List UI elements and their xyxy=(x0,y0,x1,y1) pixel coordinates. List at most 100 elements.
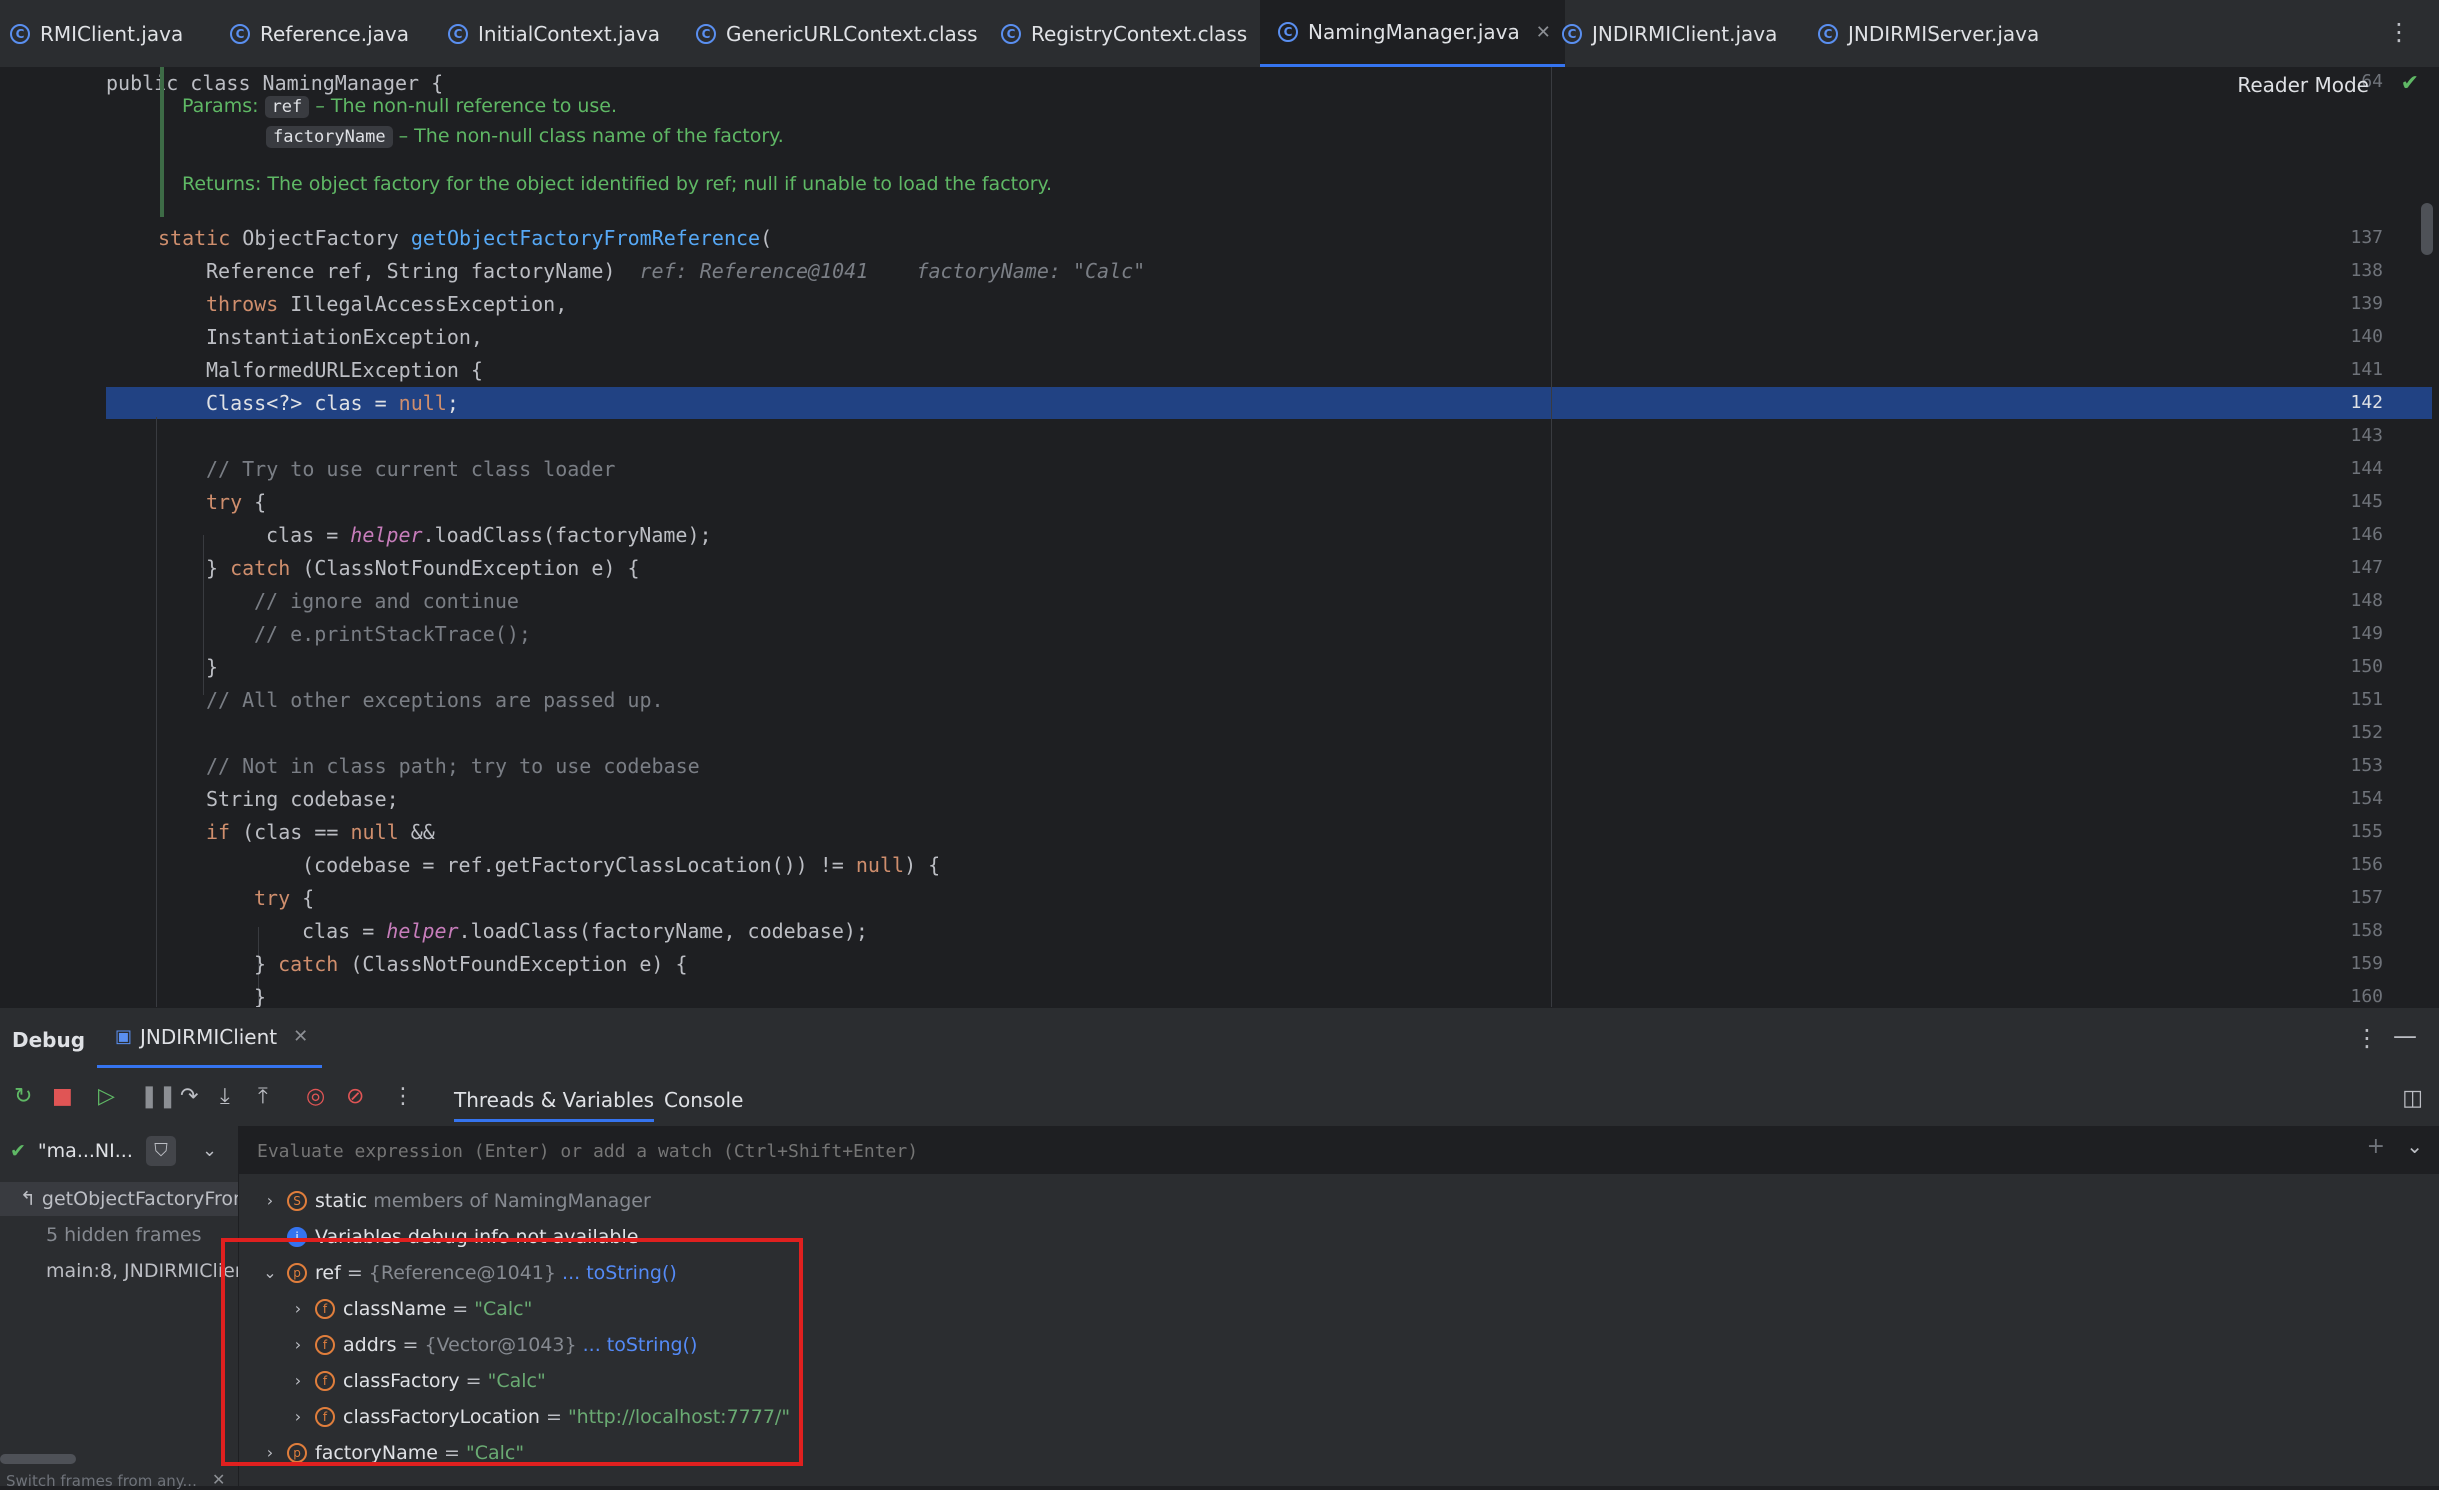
chevron-down-icon[interactable]: ⌄ xyxy=(259,1256,281,1290)
code-line[interactable]: MalformedURLException { xyxy=(206,354,483,386)
debug-toolbar: ↻ ■ ▷ ❚❚ ↷ ⤓ ⤒ ◎ ⊘ ⋮ xyxy=(0,1078,2439,1122)
editor-scrollbar[interactable] xyxy=(2421,203,2433,255)
java-class-icon: C xyxy=(1562,23,1582,44)
hidden-frames-item[interactable]: 5 hidden frames xyxy=(0,1218,238,1252)
chevron-right-icon[interactable]: › xyxy=(287,1364,309,1398)
debug-session-tab[interactable]: ▣ JNDIRMIClient ✕ xyxy=(97,1008,323,1068)
pause-icon[interactable]: ❚❚ xyxy=(140,1084,177,1109)
variable-row[interactable]: › f addrs = {Vector@1043} ... toString() xyxy=(287,1328,698,1362)
tab-jndirmiclient[interactable]: C JNDIRMIClient.java xyxy=(1562,0,1777,67)
add-watch-icon[interactable]: + xyxy=(2367,1134,2385,1159)
variable-row[interactable]: › p factoryName = "Calc" xyxy=(259,1436,524,1470)
chevron-down-icon[interactable]: ⌄ xyxy=(202,1140,217,1161)
thread-selector[interactable]: ✔ "ma...NI... xyxy=(10,1140,133,1162)
code-line[interactable]: } catch (ClassNotFoundException e) { xyxy=(254,948,688,980)
chevron-down-icon[interactable]: ⌄ xyxy=(2406,1134,2423,1158)
tab-jndirmiserver[interactable]: C JNDIRMIServer.java xyxy=(1818,0,2039,67)
current-line-number: 142 xyxy=(2350,392,2383,413)
mute-breakpoints-icon[interactable]: ⊘ xyxy=(346,1084,364,1109)
code-line[interactable]: } xyxy=(206,651,218,683)
line-number: 152 xyxy=(2350,722,2383,743)
chevron-right-icon[interactable]: › xyxy=(287,1292,309,1326)
variable-name: ref xyxy=(315,1262,341,1284)
line-number: 137 xyxy=(2350,227,2383,248)
to-string-link[interactable]: ... toString() xyxy=(562,1256,677,1290)
code-line[interactable]: clas = helper.loadClass(factoryName); xyxy=(266,519,712,551)
code-line-current[interactable]: Class<?> clas = null; xyxy=(206,387,459,419)
frames-hint-text: Switch frames from any... xyxy=(6,1472,197,1490)
code-line[interactable]: } xyxy=(254,981,266,1007)
variable-value: "Calc" xyxy=(474,1298,533,1320)
view-breakpoints-icon[interactable]: ◎ xyxy=(306,1084,325,1109)
code-line[interactable]: (codebase = ref.getFactoryClassLocation(… xyxy=(302,849,940,881)
code-line[interactable]: // Try to use current class loader xyxy=(206,453,615,485)
stop-icon[interactable]: ■ xyxy=(52,1084,73,1109)
inspection-ok-icon[interactable]: ✔ xyxy=(2401,71,2419,96)
code-line[interactable]: try { xyxy=(206,486,266,518)
indent-guide xyxy=(156,417,157,1007)
code-line[interactable]: Reference ref, String factoryName) ref: … xyxy=(206,255,1145,287)
code-line[interactable]: // Not in class path; try to use codebas… xyxy=(206,750,700,782)
step-over-icon[interactable]: ↷ xyxy=(180,1084,198,1109)
variable-name: className xyxy=(343,1298,447,1320)
variable-row[interactable]: › S static members of NamingManager xyxy=(259,1184,651,1218)
code-line[interactable]: clas = helper.loadClass(factoryName, cod… xyxy=(302,915,868,947)
code-line[interactable]: String codebase; xyxy=(206,783,399,815)
code-line[interactable]: // ignore and continue xyxy=(254,585,519,617)
chevron-right-icon[interactable]: › xyxy=(259,1184,281,1218)
close-icon[interactable]: ✕ xyxy=(1536,22,1551,43)
tab-genericurlcontext[interactable]: C GenericURLContext.class xyxy=(696,0,978,67)
frame-item[interactable]: ↰getObjectFactoryFromReference xyxy=(0,1182,238,1216)
sticky-line-text: public class NamingManager { xyxy=(106,71,444,95)
chevron-right-icon[interactable]: › xyxy=(287,1400,309,1434)
variable-value: "Calc" xyxy=(487,1370,546,1392)
tab-reference[interactable]: C Reference.java xyxy=(230,0,409,67)
resume-icon[interactable]: ▷ xyxy=(98,1084,115,1109)
inline-debug-value: factoryName: "Calc" xyxy=(916,259,1146,283)
to-string-link[interactable]: ... toString() xyxy=(583,1328,698,1362)
more-icon[interactable]: ⋮ xyxy=(392,1084,414,1109)
tab-initialcontext[interactable]: C InitialContext.java xyxy=(448,0,660,67)
evaluate-expression-input[interactable] xyxy=(255,1136,2159,1166)
reader-mode-toggle[interactable]: Reader Mode xyxy=(2237,73,2369,97)
indent-guide xyxy=(203,535,204,695)
frames-scrollbar[interactable] xyxy=(0,1454,76,1464)
filter-icon[interactable]: ⛉ xyxy=(146,1136,176,1166)
step-into-icon[interactable]: ⤓ xyxy=(220,1084,230,1109)
variable-row[interactable]: › f classFactory = "Calc" xyxy=(287,1364,546,1398)
tab-namingmanager[interactable]: C NamingManager.java ✕ xyxy=(1260,0,1565,67)
java-class-icon: C xyxy=(1001,23,1021,44)
java-class-icon: C xyxy=(230,23,250,44)
variable-row[interactable]: › f className = "Calc" xyxy=(287,1292,533,1326)
inline-debug-value: ref: Reference@1041 xyxy=(639,259,869,283)
close-icon[interactable]: ✕ xyxy=(212,1470,225,1489)
tab-registrycontext[interactable]: C RegistryContext.class xyxy=(1001,0,1247,67)
frame-item[interactable]: main:8, JNDIRMIClient xyxy=(0,1254,238,1288)
close-icon[interactable]: ✕ xyxy=(293,1026,308,1047)
code-line[interactable]: // All other exceptions are passed up. xyxy=(206,684,664,716)
code-editor[interactable]: 64 public class NamingManager { Reader M… xyxy=(0,67,2439,1007)
tab-console[interactable]: Console xyxy=(664,1078,743,1122)
field-badge-icon: f xyxy=(315,1407,335,1427)
tab-threads-variables[interactable]: Threads & Variables xyxy=(454,1078,655,1122)
variable-row[interactable]: ⌄ p ref = {Reference@1041} ... toString(… xyxy=(259,1256,677,1290)
code-line[interactable]: InstantiationException, xyxy=(206,321,483,353)
variable-row[interactable]: › f classFactoryLocation = "http://local… xyxy=(287,1400,790,1434)
more-options-icon[interactable]: ⋮ xyxy=(2355,1024,2379,1052)
more-tabs-icon[interactable]: ⋮ xyxy=(2387,18,2411,46)
layout-settings-icon[interactable]: ◫ xyxy=(2402,1086,2423,1111)
code-line[interactable]: throws IllegalAccessException, xyxy=(206,288,567,320)
code-line[interactable]: static ObjectFactory getObjectFactoryFro… xyxy=(158,222,772,254)
code-line[interactable]: try { xyxy=(254,882,314,914)
code-line[interactable]: // e.printStackTrace(); xyxy=(254,618,531,650)
step-out-icon[interactable]: ⤒ xyxy=(258,1084,268,1109)
tab-rmiclient[interactable]: C RMIClient.java xyxy=(10,0,183,67)
chevron-right-icon[interactable]: › xyxy=(287,1328,309,1362)
doc-param2: factoryName – The non-null class name of… xyxy=(266,125,784,148)
rerun-icon[interactable]: ↻ xyxy=(14,1084,32,1109)
code-line[interactable]: if (clas == null && xyxy=(206,816,435,848)
minimize-icon[interactable]: — xyxy=(2393,1022,2417,1050)
code-line[interactable]: } catch (ClassNotFoundException e) { xyxy=(206,552,640,584)
line-number: 155 xyxy=(2350,821,2383,842)
chevron-right-icon[interactable]: › xyxy=(259,1436,281,1470)
